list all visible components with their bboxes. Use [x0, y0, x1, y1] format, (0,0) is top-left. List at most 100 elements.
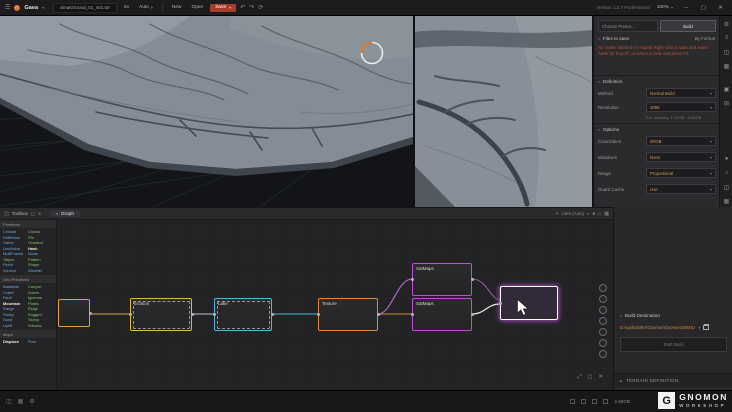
- frame-selection-icon[interactable]: ◻: [588, 374, 593, 381]
- terrain-definition-bar[interactable]: ▲ TERRAIN DEFINITION: [614, 373, 732, 387]
- close-button[interactable]: ✕: [714, 5, 727, 11]
- gear-icon[interactable]: ⚙: [720, 21, 732, 28]
- graph-tool-icon[interactable]: [599, 328, 607, 336]
- category-maps[interactable]: Maps: [0, 330, 56, 338]
- build-button[interactable]: Build: [660, 20, 716, 32]
- zoom-level-button[interactable]: 100% ▾: [654, 4, 676, 11]
- panel-icon[interactable]: ◫: [720, 49, 732, 56]
- node-input-port[interactable]: [128, 313, 132, 316]
- node-output-port[interactable]: [190, 313, 194, 316]
- definition-header[interactable]: ▾ Definition: [598, 79, 622, 84]
- square-icon[interactable]: ▣: [720, 86, 732, 93]
- resolution-dropdown[interactable]: 4096 ▾: [646, 102, 716, 112]
- clear-selection-icon[interactable]: ✕: [598, 374, 603, 381]
- graph-tool-icon[interactable]: [599, 295, 607, 303]
- toolbox-icon[interactable]: ◫: [4, 211, 9, 217]
- app-menu-chevron-icon[interactable]: ▾: [42, 5, 44, 10]
- node-input-port[interactable]: [410, 313, 414, 316]
- node-texture[interactable]: Texture: [316, 298, 380, 331]
- build-destination-path[interactable]: D:\sasha\DEV\Gnomon\Gnomon3dW01r ▾: [620, 324, 728, 330]
- category-primitives[interactable]: Primitives: [0, 220, 56, 228]
- toolbox-item[interactable]: Wavelet: [28, 268, 53, 274]
- sliders-icon[interactable]: ≡: [720, 35, 732, 41]
- menu-icon[interactable]: ☰: [5, 5, 10, 11]
- node-input-port[interactable]: [212, 313, 216, 316]
- node-output-port[interactable]: [470, 278, 474, 281]
- node-input-port[interactable]: [316, 313, 320, 316]
- node-satmaps-top[interactable]: SatMaps: [410, 263, 474, 296]
- category-geo-primitives[interactable]: Geo Primitives: [0, 275, 56, 283]
- focus-icon[interactable]: ●: [592, 211, 595, 217]
- toolbox-item[interactable]: Displace: [3, 339, 28, 345]
- graph-tool-icon[interactable]: [599, 306, 607, 314]
- viewport-3d-main[interactable]: [0, 16, 421, 222]
- graph-tool-icon[interactable]: [599, 317, 607, 325]
- new-button[interactable]: New: [169, 4, 185, 11]
- method-dropdown[interactable]: Normal Build ▾: [646, 88, 716, 98]
- graph-zoom-status[interactable]: Lake (Auto): [561, 211, 584, 216]
- home-icon[interactable]: ⌂: [598, 211, 601, 217]
- table-icon[interactable]: ⊞: [720, 100, 732, 107]
- node-satmaps-bottom[interactable]: SatMaps: [410, 298, 474, 331]
- status-slot-icon[interactable]: [592, 399, 598, 404]
- home-icon[interactable]: ⌂: [720, 170, 732, 176]
- history-icon[interactable]: ⟳: [258, 5, 263, 11]
- node-erosion[interactable]: Erosion: [128, 298, 194, 331]
- graph-tool-icon[interactable]: [599, 350, 607, 358]
- by-format-label[interactable]: By Format: [695, 36, 715, 41]
- resolution-toggle-button[interactable]: 2x: [121, 4, 132, 11]
- status-slot-icon[interactable]: [581, 399, 587, 404]
- undo-icon[interactable]: ↶: [240, 5, 245, 11]
- graph-tool-icon[interactable]: [599, 339, 607, 347]
- layout-icon[interactable]: ▦: [720, 198, 732, 205]
- node-output-port[interactable]: [376, 313, 380, 316]
- status-slot-icon[interactable]: [603, 399, 609, 404]
- preset-dropdown[interactable]: Choose Preset...: [598, 20, 658, 32]
- add-node-icon[interactable]: +: [556, 211, 559, 217]
- auto-build-button[interactable]: Auto ▾: [136, 4, 156, 11]
- toolbox-item[interactable]: Voronoi: [3, 268, 28, 274]
- grid-icon[interactable]: ▦: [604, 211, 609, 217]
- start-build-button[interactable]: Start Build: [620, 337, 727, 352]
- folder-icon[interactable]: [703, 324, 710, 330]
- document-tab[interactable]: SinaiGround_01_v01.tor: [53, 2, 117, 13]
- node-input-port[interactable]: [498, 301, 502, 305]
- save-button[interactable]: Save ▾: [210, 3, 237, 12]
- guard-cache-dropdown[interactable]: Use ▾: [646, 184, 716, 194]
- build-destination-header[interactable]: ▾ Build Destination: [620, 313, 660, 318]
- list-icon[interactable]: ≡: [38, 211, 41, 217]
- range-dropdown[interactable]: Proportional ▾: [646, 168, 716, 178]
- open-button[interactable]: Open: [188, 4, 206, 11]
- tab-graph[interactable]: ● Graph: [49, 210, 80, 217]
- node-lake[interactable]: Lake: [212, 298, 274, 331]
- minimize-button[interactable]: ─: [680, 5, 693, 11]
- colorization-dropdown[interactable]: sRGB ▾: [646, 136, 716, 146]
- gear-icon[interactable]: ⚙: [29, 398, 34, 405]
- node-output-port[interactable]: [88, 311, 92, 315]
- maximize-button[interactable]: ▢: [697, 5, 710, 11]
- capture-icon[interactable]: ◫: [6, 398, 12, 405]
- camera-icon[interactable]: ●: [720, 156, 732, 162]
- toolbox-item[interactable]: Uplift: [3, 323, 28, 329]
- graph-tool-icon[interactable]: [599, 284, 607, 292]
- viewport-3d-secondary[interactable]: [415, 16, 592, 207]
- files-to-save-header[interactable]: ▾ Files to save: [598, 36, 629, 41]
- toolbox-tab[interactable]: Toolbox: [12, 211, 28, 216]
- node-graph-canvas[interactable]: Erosion Lake Texture SatMaps SatMaps ⤢ ◻…: [57, 220, 613, 390]
- toolbox-item[interactable]: Flow: [28, 339, 53, 345]
- grid-icon[interactable]: ▦: [720, 63, 732, 70]
- options-header[interactable]: ▾ Options: [598, 127, 619, 132]
- toolbox-item[interactable]: Volcano: [28, 323, 53, 329]
- mutations-dropdown[interactable]: None ▾: [646, 152, 716, 162]
- fit-view-icon[interactable]: ⤢: [577, 374, 581, 381]
- redo-icon[interactable]: ↷: [249, 5, 254, 11]
- node-output-port[interactable]: [470, 313, 474, 316]
- pin-icon[interactable]: ◻: [31, 211, 35, 217]
- node-output-port[interactable]: [270, 313, 274, 316]
- grid-icon[interactable]: ▦: [18, 398, 24, 405]
- node-partial[interactable]: [58, 299, 92, 327]
- status-slot-icon[interactable]: [570, 399, 576, 404]
- node-input-port[interactable]: [410, 278, 414, 281]
- app-name[interactable]: Gaea: [24, 5, 38, 11]
- layers-icon[interactable]: ◫: [720, 184, 732, 191]
